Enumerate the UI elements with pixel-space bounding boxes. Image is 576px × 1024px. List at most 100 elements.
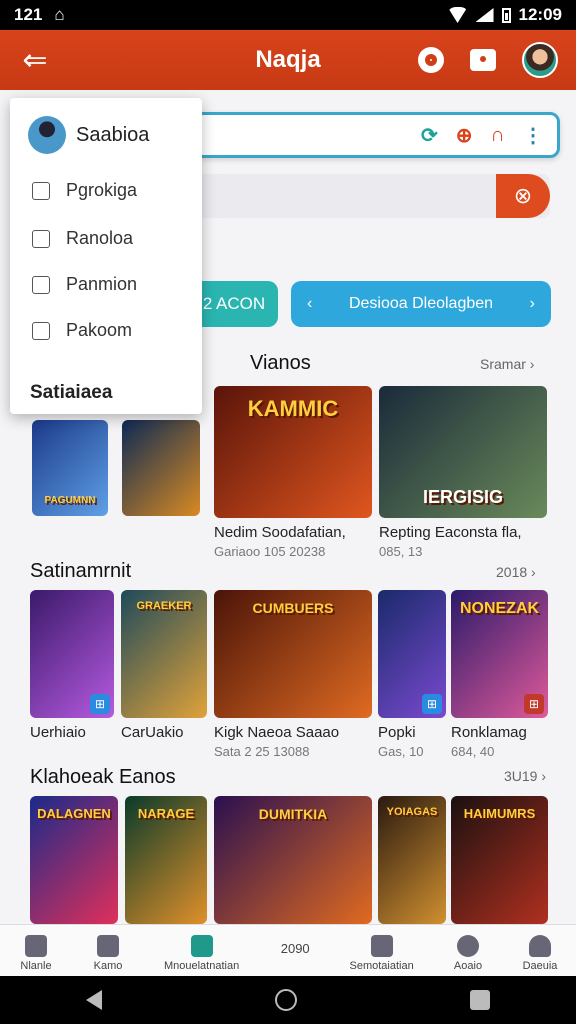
nav-label: Aoaio [453,960,483,972]
game-meta: 684, 40 [451,744,495,759]
user-avatar [28,116,66,154]
drawer-item-label: Pakoom [66,320,133,340]
game-title: Ronklamag [451,724,527,741]
game-art: CUMBUERS [252,600,334,616]
signal-icon [475,8,494,22]
game-meta: Sata 2 25 13088 [214,744,310,759]
drawer-user-name: Saabioa [76,123,150,146]
nav-edit[interactable]: Semotaiatian [331,925,432,976]
blue-button-label: Desiooa Dleolagben [348,295,494,312]
drawer-item-label: Pgrokiga [66,180,138,200]
blue-button[interactable]: ‹ Desiooa Dleolagben › [291,281,551,327]
game-art: KAMMIC [247,396,339,421]
game-card[interactable]: IERGISIG [379,386,547,518]
back-menu-icon[interactable]: ⇐ [0,43,70,78]
gamepad-icon [32,181,50,200]
nav-audio[interactable]: Aoaio [432,925,504,976]
home-icon [32,229,50,248]
game-card[interactable]: NONEZAK ⊞ [451,590,548,718]
nav-home[interactable]: Nlanle [0,925,72,976]
game-card[interactable]: ⊞ [378,590,446,718]
game-card[interactable]: KAMMIC [214,386,372,518]
close-icon[interactable]: ⊗ [496,174,550,218]
drawer-item[interactable]: Panmion [32,274,137,295]
nav-messages[interactable]: Mnouelatnatian [144,925,259,976]
platform-badge-icon: ⊞ [90,694,110,714]
teal-button[interactable]: 2 ACON [190,281,278,327]
game-card[interactable]: NARAGE [125,796,207,924]
avatar[interactable] [522,42,558,78]
drawer-item[interactable]: Pgrokiga [32,180,137,201]
nav-games[interactable]: Kamo [72,925,144,976]
pen-icon [370,935,393,957]
search-icon[interactable]: ⊕ [456,123,473,148]
more-icon[interactable]: ⋮ [523,123,543,148]
see-more-link[interactable]: 3U19 › [504,768,546,784]
bottom-navigation: Nlanle Kamo Mnouelatnatian 2090 Semotaia… [0,924,576,976]
game-art: IERGISIG [422,487,503,507]
game-card[interactable]: PAGUMNN [32,420,108,516]
game-art: NARAGE [137,806,195,821]
search-bar[interactable]: ⟳ ⊕ ∩ ⋮ [174,112,560,158]
status-time: 121 [14,5,43,24]
filter-input[interactable]: ⊗ [190,174,550,218]
nav-label: Kamo [93,960,123,972]
game-meta: Gariaoo 105 20238 [214,544,326,559]
chevron-right-icon: › [529,295,535,312]
game-title: Uerhiaio [30,724,86,741]
status-bar: 121 ⌂ 12:09 [0,0,576,30]
refresh-icon[interactable]: ⟳ [421,123,438,148]
game-card[interactable]: CUMBUERS [214,590,372,718]
see-more-link[interactable]: Sramar › [480,356,534,372]
section-title: Satinamrnit [30,560,132,582]
section-title: Vianos [250,352,311,374]
game-card[interactable]: DALAGNEN [30,796,118,924]
nav-year[interactable]: 2090 [259,925,331,976]
back-icon[interactable] [86,990,103,1010]
image-icon [32,321,50,340]
section-title: Klahoeak Eanos [30,766,176,788]
drawer-header[interactable]: Saabioa [28,116,149,154]
platform-badge-icon: ⊞ [524,694,544,714]
home-button-icon[interactable] [274,989,297,1011]
bookmark-icon[interactable]: ∩ [491,124,505,147]
drawer-item[interactable]: Ranoloa [32,228,133,249]
system-navigation [0,976,576,1024]
recents-icon[interactable] [469,990,490,1010]
home-icon [25,935,47,957]
game-title: Nedim Soodafatian, [214,524,346,541]
drawer-footer[interactable]: Satiaiaea [30,382,112,404]
teal-button-label: 2 ACON [202,294,266,313]
controller-icon [97,935,119,957]
chat-icon [190,935,213,957]
message-icon[interactable] [470,49,496,71]
drawer-item[interactable]: Pakoom [32,320,132,341]
game-art: DALAGNEN [37,806,111,821]
game-card[interactable]: ⊞ [30,590,114,718]
nav-profile[interactable]: Daeuia [504,925,576,976]
game-card[interactable]: DUMITKIA [214,796,372,924]
see-more-link[interactable]: 2018 › [496,564,536,580]
wifi-icon [447,7,468,23]
user-icon [529,935,551,957]
game-card[interactable]: GRAEKER [121,590,207,718]
game-art: DUMITKIA [258,806,328,822]
mic-icon [457,935,479,957]
nav-label: 2090 [280,941,310,956]
game-card[interactable]: HAIMUMRS [451,796,548,924]
nav-label: Semotaiatian [349,960,414,972]
minus-box-icon [32,275,50,294]
game-art: PAGUMNN [44,495,96,506]
battery-icon [501,7,511,23]
settings-icon[interactable] [418,47,444,73]
nav-label: Mnouelatnatian [163,960,240,972]
game-card[interactable] [122,420,200,516]
platform-badge-icon: ⊞ [422,694,442,714]
home-icon: ⌂ [54,5,65,24]
drawer-item-label: Panmion [66,274,138,294]
game-card[interactable]: YOIAGAS [378,796,446,924]
main-content: ⟳ ⊕ ∩ ⋮ ⊗ 2 ACON ‹ Desiooa Dleolagben › … [0,90,576,924]
drawer-item-label: Ranoloa [66,228,134,248]
game-meta: Gas, 10 [378,744,424,759]
app-bar: ⇐ Naqja [0,30,576,90]
